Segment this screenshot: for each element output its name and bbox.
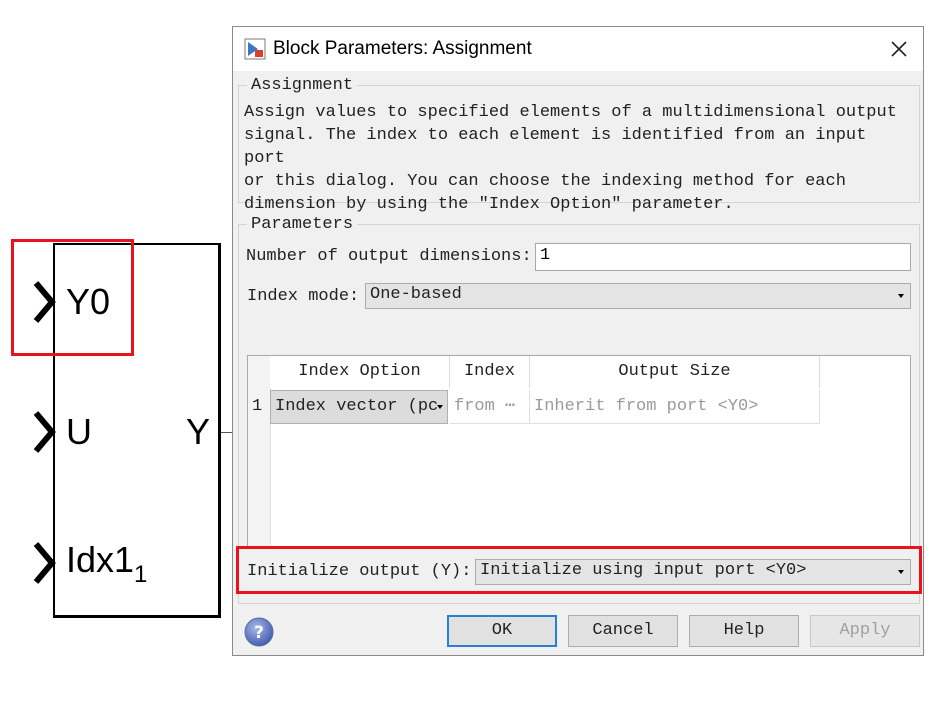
index-option-cell-select[interactable]: Index vector (pc: [270, 390, 448, 424]
index-mode-select[interactable]: One-based: [365, 283, 911, 309]
apply-button[interactable]: Apply: [810, 615, 920, 647]
ok-button[interactable]: OK: [447, 615, 557, 647]
dialog-titlebar[interactable]: Block Parameters: Assignment: [233, 27, 923, 71]
cancel-button[interactable]: Cancel: [568, 615, 678, 647]
highlight-y0-port: [11, 239, 134, 356]
row-number: 1: [252, 397, 263, 416]
port-idx1-arrow-icon: [33, 542, 56, 584]
port-label-y-out: Y: [186, 411, 211, 452]
port-u-arrow-icon: [33, 411, 56, 453]
header-index[interactable]: Index: [450, 356, 530, 388]
index-table: Index Option Index Output Size 1 Index v…: [247, 355, 911, 549]
chevron-down-icon: [437, 405, 443, 409]
svg-text:?: ?: [254, 623, 264, 643]
help-button[interactable]: Help: [689, 615, 799, 647]
port-label-u: U: [66, 411, 92, 452]
port-label-idx1: Idx11: [66, 542, 147, 587]
index-mode-value: One-based: [370, 285, 462, 304]
index-mode-label: Index mode:: [247, 287, 360, 306]
dialog-title: Block Parameters: Assignment: [273, 38, 532, 59]
header-output-size[interactable]: Output Size: [530, 356, 820, 388]
row-header-column: [248, 356, 271, 548]
index-option-value: Index vector (pc: [275, 397, 439, 416]
num-dims-input[interactable]: 1: [535, 243, 911, 271]
chevron-down-icon: [898, 294, 904, 298]
header-index-option[interactable]: Index Option: [270, 356, 450, 388]
port-label-idx1-text: Idx1: [66, 539, 135, 580]
close-icon[interactable]: [887, 37, 911, 61]
port-label-idx1-sub: 1: [134, 561, 148, 588]
description-group-title: Assignment: [247, 76, 358, 95]
help-icon[interactable]: ?: [243, 616, 275, 648]
simulink-block-icon: [244, 38, 266, 60]
parameters-group-title: Parameters: [247, 215, 358, 234]
index-cell[interactable]: from ⋯: [450, 390, 530, 424]
highlight-init-output: [236, 546, 922, 594]
block-description: Assign values to specified elements of a…: [244, 103, 897, 214]
num-dims-label: Number of output dimensions:: [246, 247, 532, 266]
output-size-cell[interactable]: Inherit from port <Y0>: [530, 390, 820, 424]
